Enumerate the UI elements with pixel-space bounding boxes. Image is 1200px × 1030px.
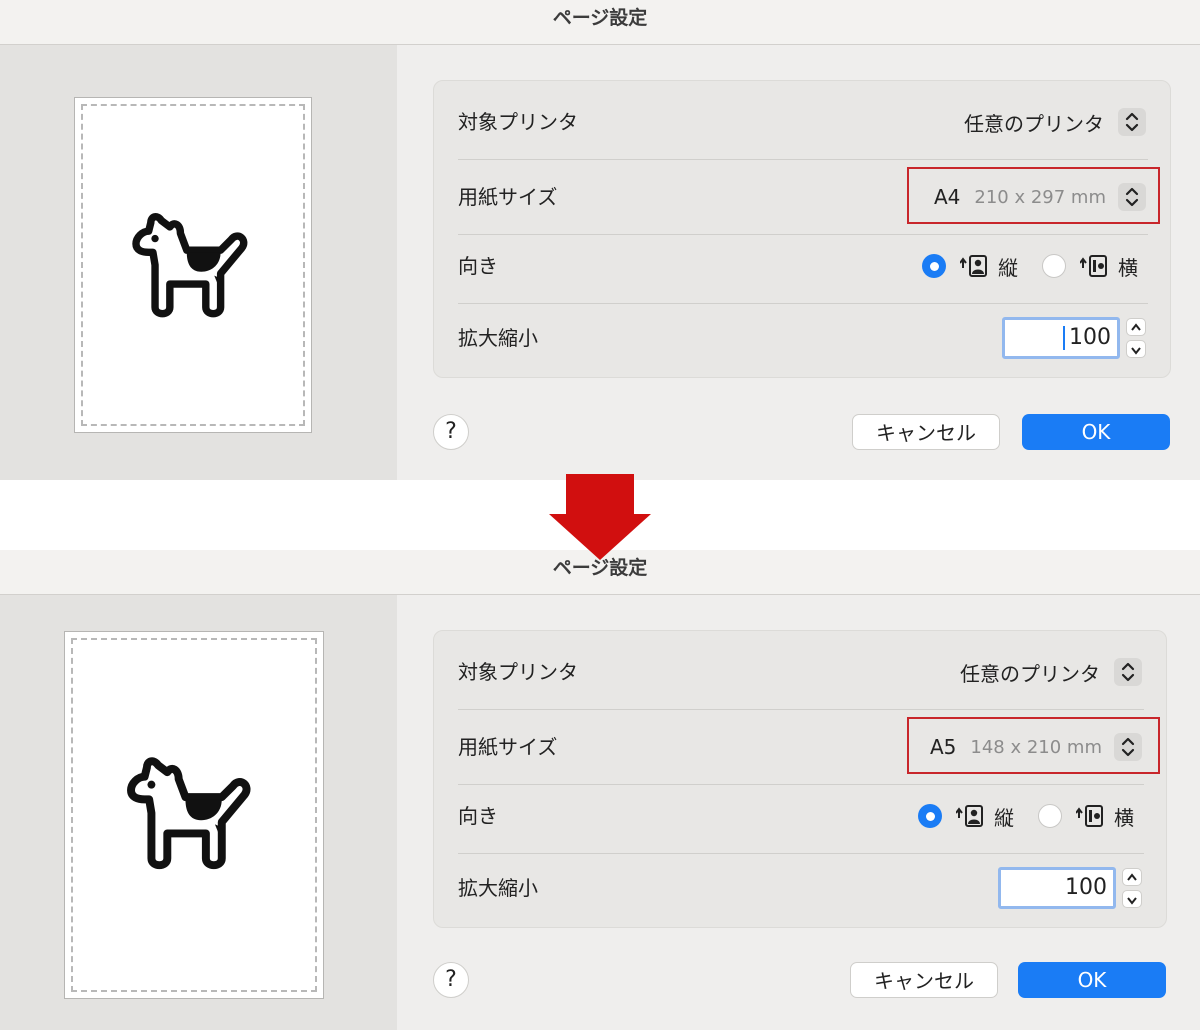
help-button[interactable]: ? [433, 962, 469, 998]
orientation-row: 向き 縦 横 [458, 232, 1146, 300]
scale-input[interactable]: 100 [1002, 317, 1120, 359]
scale-control: 100 [1002, 301, 1146, 375]
landscape-label: 横 [1114, 805, 1134, 830]
text-caret [1063, 326, 1065, 350]
scale-row: 拡大縮小 100 [458, 301, 1146, 375]
help-button[interactable]: ? [433, 414, 469, 450]
portrait-label: 縦 [998, 255, 1018, 280]
down-arrow-icon [549, 474, 651, 560]
orientation-row: 向き 縦 横 [458, 782, 1142, 850]
printer-row: 対象プリンタ 任意のプリンタ [458, 635, 1142, 709]
settings-panel: 対象プリンタ 任意のプリンタ 用紙サイズ A5 148 x 210 mm 向き … [433, 630, 1167, 928]
chevron-updown-icon [1114, 658, 1142, 686]
printer-label: 対象プリンタ [458, 660, 578, 684]
portrait-orientation-icon [960, 255, 987, 277]
orientation-label: 向き [458, 804, 498, 828]
paper-preview [64, 631, 324, 999]
scale-stepper[interactable] [1126, 318, 1146, 358]
portrait-label: 縦 [994, 805, 1014, 830]
step-up-icon[interactable] [1122, 868, 1142, 886]
scale-input[interactable]: 100 [998, 867, 1116, 909]
chevron-updown-icon [1118, 108, 1146, 136]
ok-button[interactable]: OK [1022, 414, 1170, 450]
printer-value: 任意のプリンタ [960, 661, 1100, 686]
portrait-radio[interactable] [918, 804, 942, 828]
scale-value: 100 [1065, 875, 1107, 900]
printer-popup[interactable]: 任意のプリンタ [964, 85, 1146, 159]
landscape-label: 横 [1118, 255, 1138, 280]
cancel-button[interactable]: キャンセル [852, 414, 1000, 450]
printer-row: 対象プリンタ 任意のプリンタ [458, 85, 1146, 159]
page-setup-dialog-after: ページ設定 対象プリンタ 任意のプリンタ 用紙サイズ A5 148 x 210 … [0, 550, 1200, 1030]
scale-label: 拡大縮小 [458, 876, 538, 900]
scale-control: 100 [998, 851, 1142, 925]
step-down-icon[interactable] [1122, 890, 1142, 908]
highlight-box [907, 717, 1160, 774]
ok-button[interactable]: OK [1018, 962, 1166, 998]
scale-value: 100 [1069, 325, 1111, 350]
preview-pane [0, 595, 397, 1030]
step-up-icon[interactable] [1126, 318, 1146, 336]
dialog-title: ページ設定 [0, 0, 1200, 45]
portrait-radio[interactable] [922, 254, 946, 278]
printer-label: 対象プリンタ [458, 110, 578, 134]
scale-label: 拡大縮小 [458, 326, 538, 350]
paper-preview [74, 97, 312, 433]
portrait-orientation-icon [956, 805, 983, 827]
cancel-button[interactable]: キャンセル [850, 962, 998, 998]
dog-icon [115, 754, 265, 872]
landscape-radio[interactable] [1038, 804, 1062, 828]
paper-size-label: 用紙サイズ [458, 735, 558, 759]
step-down-icon[interactable] [1126, 340, 1146, 358]
scale-stepper[interactable] [1122, 868, 1142, 908]
paper-size-label: 用紙サイズ [458, 185, 558, 209]
settings-panel: 対象プリンタ 任意のプリンタ 用紙サイズ A4 210 x 297 mm 向き … [433, 80, 1171, 378]
orientation-options: 縦 横 [918, 782, 1134, 850]
landscape-orientation-icon [1080, 255, 1107, 277]
landscape-radio[interactable] [1042, 254, 1066, 278]
dog-icon [121, 210, 261, 320]
preview-pane [0, 45, 397, 480]
highlight-box [907, 167, 1160, 224]
page-setup-dialog-before: ページ設定 対象プリンタ 任意のプリンタ 用紙サイズ A4 210 x 297 … [0, 0, 1200, 480]
printer-value: 任意のプリンタ [964, 111, 1104, 136]
printer-popup[interactable]: 任意のプリンタ [960, 635, 1142, 709]
orientation-label: 向き [458, 254, 498, 278]
orientation-options: 縦 横 [922, 232, 1138, 300]
landscape-orientation-icon [1076, 805, 1103, 827]
scale-row: 拡大縮小 100 [458, 851, 1142, 925]
